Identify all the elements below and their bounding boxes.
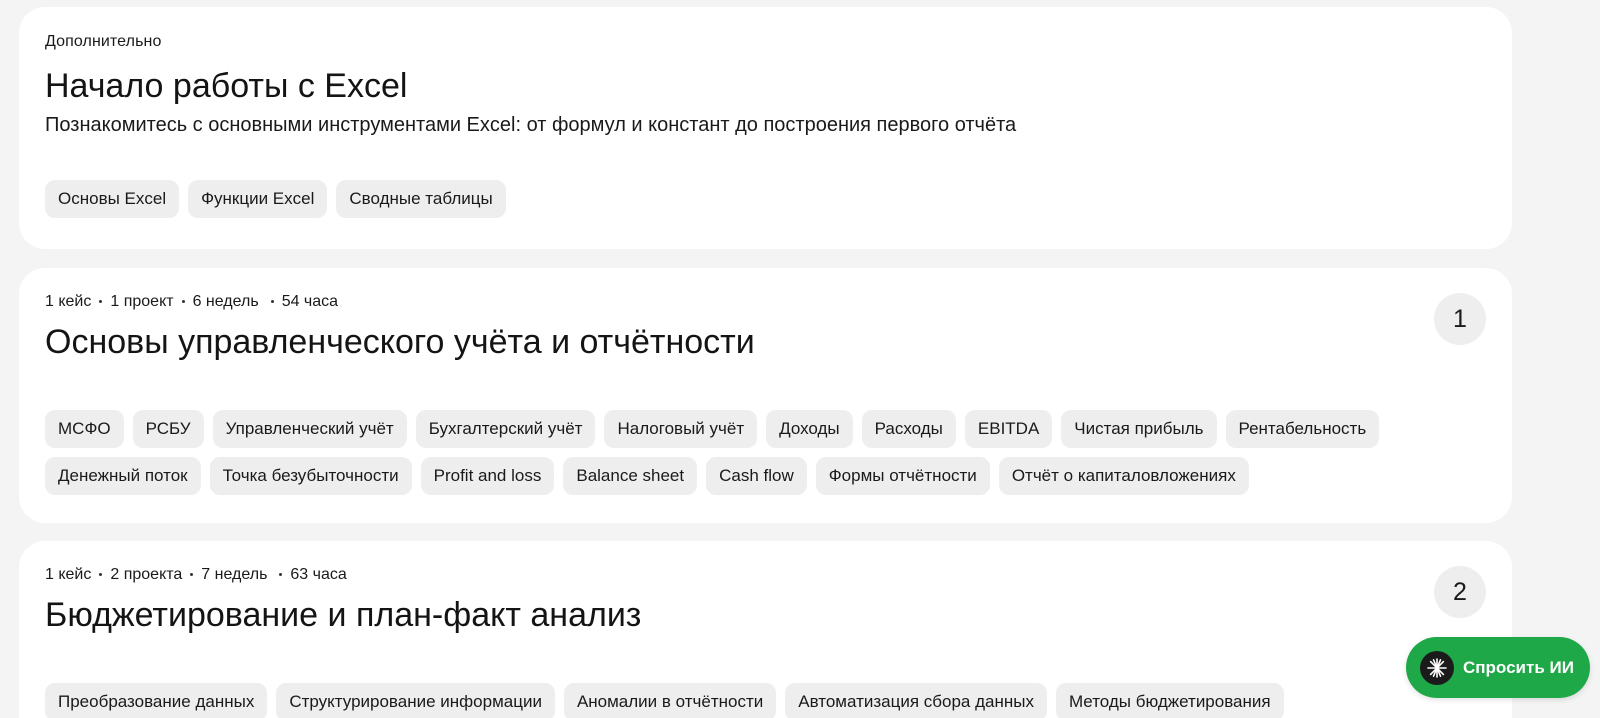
meta-weeks: 6 недель — [192, 293, 259, 310]
module-card-1: 1 кейс 1 проект 6 недель 54 часа 1 Основ… — [19, 268, 1512, 523]
program-page: Дополнительно Начало работы с Excel Позн… — [0, 0, 1600, 718]
tag[interactable]: Преобразование данных — [45, 683, 268, 718]
meta-cases: 1 кейс — [45, 566, 92, 583]
meta-cases: 1 кейс — [45, 293, 92, 310]
tag[interactable]: РСБУ — [132, 410, 204, 448]
meta-projects: 2 проекта — [110, 566, 183, 583]
meta-dot — [190, 572, 194, 576]
tag[interactable]: Аномалии в отчётности — [563, 683, 777, 718]
tag[interactable]: Точка безубыточности — [209, 457, 412, 495]
module-meta: 1 кейс 2 проекта 7 недель 63 часа — [45, 566, 347, 584]
intro-subtitle: Познакомитесь с основными инструментами … — [45, 114, 1017, 136]
meta-dot — [99, 572, 103, 576]
tag[interactable]: Отчёт о капиталовложениях — [998, 457, 1249, 495]
tag[interactable]: Чистая прибыль — [1061, 410, 1217, 448]
tag[interactable]: Денежный поток — [45, 457, 201, 495]
intro-card: Дополнительно Начало работы с Excel Позн… — [19, 7, 1512, 249]
module-number-badge: 2 — [1434, 566, 1486, 618]
meta-dot — [181, 299, 185, 303]
meta-weeks: 7 недель — [201, 566, 268, 583]
ask-ai-label: Спросить ИИ — [1463, 657, 1574, 677]
module-number-badge: 1 — [1434, 293, 1486, 345]
tag[interactable]: Расходы — [861, 410, 956, 448]
meta-dot — [279, 572, 283, 576]
tag[interactable]: Методы бюджетирования — [1055, 683, 1284, 718]
tag[interactable]: Profit and loss — [420, 457, 555, 495]
tag[interactable]: Рентабельность — [1225, 410, 1380, 448]
tag[interactable]: Balance sheet — [563, 457, 698, 495]
tag[interactable]: Доходы — [766, 410, 853, 448]
tag[interactable]: Управленческий учёт — [212, 410, 407, 448]
module-title: Бюджетирование и план-факт анализ — [45, 596, 642, 634]
ask-ai-button[interactable]: Спросить ИИ — [1406, 637, 1590, 698]
module-tag-list: Преобразование данных Структурирование и… — [45, 683, 1412, 718]
meta-projects: 1 проект — [110, 293, 174, 310]
intro-eyebrow: Дополнительно — [45, 33, 162, 50]
meta-hours: 63 часа — [290, 566, 347, 583]
tag[interactable]: Сводные таблицы — [336, 180, 506, 218]
module-title: Основы управленческого учёта и отчётност… — [45, 323, 755, 361]
tag[interactable]: Основы Excel — [45, 180, 180, 218]
tag[interactable]: Функции Excel — [188, 180, 328, 218]
meta-hours: 54 часа — [281, 293, 339, 310]
tag[interactable]: Бухгалтерский учёт — [415, 410, 596, 448]
tag[interactable]: Формы отчётности — [815, 457, 990, 495]
module-meta: 1 кейс 1 проект 6 недель 54 часа — [45, 293, 338, 311]
meta-dot — [270, 299, 274, 303]
tag[interactable]: EBITDA — [964, 410, 1053, 448]
tag[interactable]: Автоматизация сбора данных — [785, 683, 1047, 718]
tag[interactable]: Налоговый учёт — [604, 410, 758, 448]
sparkle-icon — [1420, 650, 1454, 685]
module-card-2: 1 кейс 2 проекта 7 недель 63 часа 2 Бюдж… — [19, 541, 1512, 718]
tag[interactable]: МСФО — [45, 410, 124, 448]
tag[interactable]: Cash flow — [706, 457, 807, 495]
meta-dot — [99, 299, 103, 303]
module-tag-list: МСФО РСБУ Управленческий учёт Бухгалтерс… — [45, 410, 1412, 495]
tag[interactable]: Структурирование информации — [276, 683, 555, 718]
intro-title: Начало работы с Excel — [45, 67, 408, 105]
intro-tag-list: Основы Excel Функции Excel Сводные табли… — [45, 180, 1412, 218]
